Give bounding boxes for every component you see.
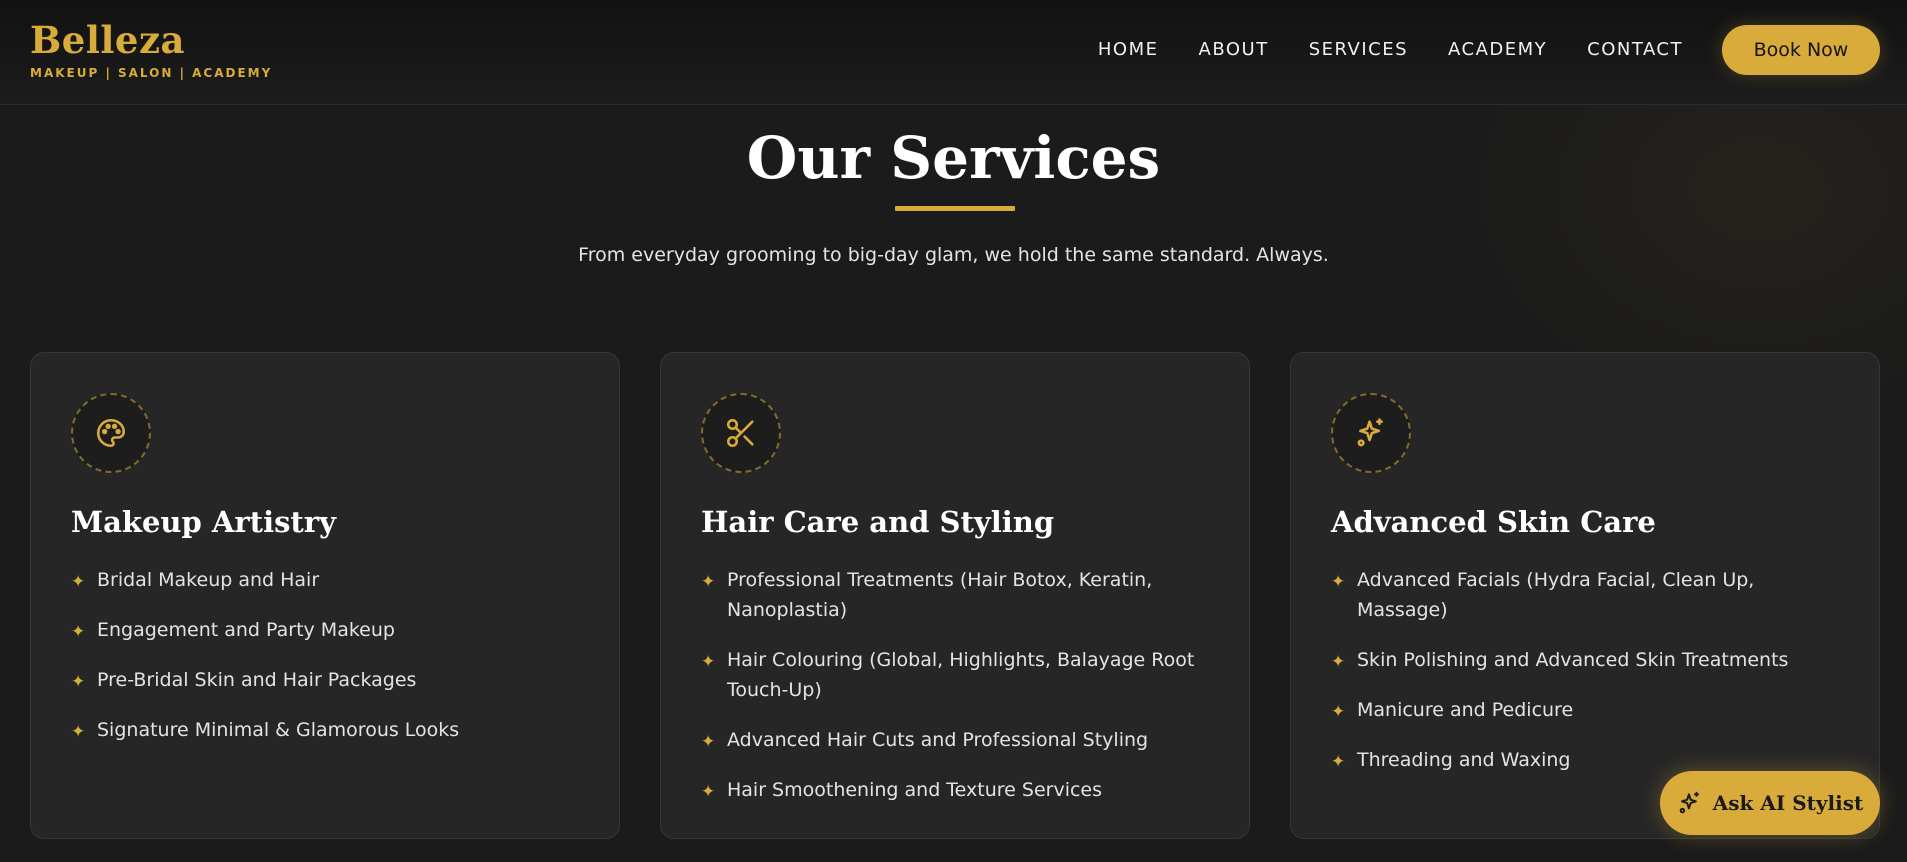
list-item: ✦ Manicure and Pedicure bbox=[1331, 699, 1574, 722]
brand-tagline: MAKEUP | SALON | ACADEMY bbox=[30, 66, 273, 80]
list-item: ✦ Engagement and Party Makeup bbox=[71, 619, 395, 642]
list-item: ✦ Advanced Facials (Hydra Facial, Clean U… bbox=[1331, 569, 1755, 621]
star-icon: ✦ bbox=[1331, 702, 1346, 722]
star-icon: ✦ bbox=[1331, 652, 1346, 672]
section-subtitle: From everyday grooming to big-day glam, … bbox=[578, 244, 1329, 266]
star-icon: ✦ bbox=[701, 782, 716, 802]
star-icon: ✦ bbox=[701, 652, 716, 672]
star-icon: ✦ bbox=[71, 622, 86, 642]
service-list: ✦ Bridal Makeup and Hair ✦ Engagement and … bbox=[71, 565, 581, 765]
scissors-icon bbox=[701, 393, 781, 473]
service-card-hair: Hair Care and Styling ✦ Professional Trea… bbox=[660, 352, 1250, 839]
sparkles-icon bbox=[1331, 393, 1411, 473]
sparkles-icon bbox=[1679, 791, 1699, 814]
site-header: Belleza MAKEUP | SALON | ACADEMY HOME AB… bbox=[0, 0, 1907, 105]
list-item: ✦ Pre-Bridal Skin and Hair Packages bbox=[71, 669, 417, 692]
ask-ai-stylist-button[interactable]: Ask AI Stylist bbox=[1660, 771, 1880, 835]
ask-ai-stylist-label: Ask AI Stylist bbox=[1712, 791, 1864, 815]
main-nav: HOME ABOUT SERVICES ACADEMY CONTACT bbox=[1098, 38, 1683, 62]
list-item: ✦ Hair Smoothening and Texture Services bbox=[701, 779, 1103, 802]
brand-name: Belleza bbox=[30, 18, 185, 62]
star-icon: ✦ bbox=[701, 732, 716, 752]
service-list: ✦ Professional Treatments (Hair Botox, Ke… bbox=[701, 565, 1211, 825]
nav-about[interactable]: ABOUT bbox=[1199, 38, 1269, 62]
title-underline bbox=[895, 206, 1015, 211]
list-item: ✦ Advanced Hair Cuts and Professional Sty… bbox=[701, 729, 1149, 752]
nav-home[interactable]: HOME bbox=[1098, 38, 1159, 62]
list-item: ✦ Signature Minimal & Glamorous Looks bbox=[71, 719, 460, 742]
list-item: ✦ Hair Colouring (Global, Highlights, Bal… bbox=[701, 649, 1195, 701]
list-item: ✦ Bridal Makeup and Hair bbox=[71, 569, 320, 592]
palette-icon bbox=[71, 393, 151, 473]
star-icon: ✦ bbox=[71, 572, 86, 592]
nav-contact[interactable]: CONTACT bbox=[1587, 38, 1683, 62]
list-item: ✦ Skin Polishing and Advanced Skin Treatm… bbox=[1331, 649, 1789, 672]
section-title: Our Services bbox=[746, 124, 1161, 192]
list-item: ✦ Professional Treatments (Hair Botox, Ke… bbox=[701, 569, 1153, 621]
card-title: Makeup Artistry bbox=[71, 505, 336, 539]
card-title: Advanced Skin Care bbox=[1331, 505, 1656, 539]
page: Belleza MAKEUP | SALON | ACADEMY HOME AB… bbox=[0, 0, 1907, 862]
service-list: ✦ Advanced Facials (Hydra Facial, Clean U… bbox=[1331, 565, 1841, 795]
book-now-button[interactable]: Book Now bbox=[1722, 25, 1880, 75]
star-icon: ✦ bbox=[701, 572, 716, 592]
service-card-skin: Advanced Skin Care ✦ Advanced Facials (Hy… bbox=[1290, 352, 1880, 839]
service-card-makeup: Makeup Artistry ✦ Bridal Makeup and Hair … bbox=[30, 352, 620, 839]
star-icon: ✦ bbox=[71, 722, 86, 742]
nav-services[interactable]: SERVICES bbox=[1309, 38, 1408, 62]
card-title: Hair Care and Styling bbox=[701, 505, 1055, 539]
star-icon: ✦ bbox=[1331, 572, 1346, 592]
star-icon: ✦ bbox=[1331, 752, 1346, 772]
star-icon: ✦ bbox=[71, 672, 86, 692]
nav-academy[interactable]: ACADEMY bbox=[1448, 38, 1547, 62]
brand-logo[interactable]: Belleza MAKEUP | SALON | ACADEMY bbox=[30, 18, 272, 80]
